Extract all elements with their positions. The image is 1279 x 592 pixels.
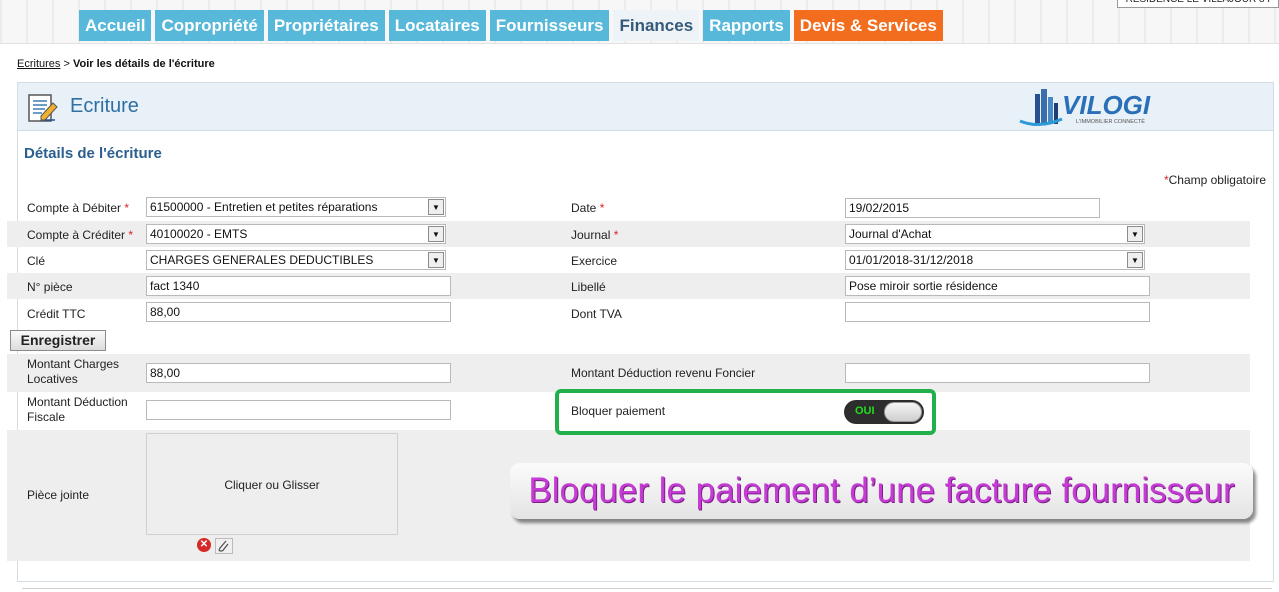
form-row-save: Enregistrer (7, 328, 1250, 354)
journal-select[interactable]: Journal d'Achat ▼ (845, 224, 1145, 244)
date-label: Date * (571, 201, 605, 215)
bloquer-paiement-highlight: Bloquer paiement OUI (555, 389, 936, 435)
compte-debiter-label: Compte à Débiter * (27, 201, 130, 215)
credit-ttc-field[interactable]: 88,00 (146, 302, 451, 322)
delete-icon[interactable]: ✕ (197, 538, 211, 552)
charges-locatives-field[interactable]: 88,00 (146, 363, 451, 383)
paperclip-icon[interactable] (215, 538, 233, 554)
breadcrumb-link-ecritures[interactable]: Ecritures (17, 58, 60, 70)
libelle-field[interactable]: Pose miroir sortie résidence (845, 276, 1150, 296)
section-title: Détails de l'écriture (24, 145, 162, 162)
save-button[interactable]: Enregistrer (10, 330, 106, 351)
dont-tva-label: Dont TVA (571, 307, 622, 321)
n-piece-label: N° pièce (27, 280, 73, 294)
vilogi-logo: VILOGI L'IMMOBILIER CONNECTÉ (1019, 89, 1151, 126)
attachment-actions: ✕ (197, 538, 233, 554)
compte-debiter-select[interactable]: 61500000 - Entretien et petites réparati… (146, 197, 446, 217)
compte-crediter-label: Compte à Créditer * (27, 228, 134, 242)
deduction-fiscale-field[interactable] (146, 400, 451, 420)
divider (22, 588, 1272, 589)
toggle-knob (884, 402, 922, 422)
piece-jointe-label: Pièce jointe (27, 488, 90, 502)
attachment-dropzone[interactable]: Cliquer ou Glisser (146, 433, 398, 535)
form-row-3: Clé CHARGES GENERALES DEDUCTIBLES ▼ Exerc… (7, 247, 1250, 273)
residence-selector[interactable]: RESIDENCE LE VILLAJOUR 8 P (1116, 0, 1279, 8)
dropzone-text: Cliquer ou Glisser (224, 478, 320, 492)
form-row-4: N° pièce fact 1340 Libellé Pose miroir s… (7, 273, 1250, 299)
dont-tva-field[interactable] (845, 302, 1150, 322)
chevron-down-icon: ▼ (428, 252, 444, 268)
edit-document-icon (28, 94, 58, 122)
svg-text:L'IMMOBILIER CONNECTÉ: L'IMMOBILIER CONNECTÉ (1076, 118, 1145, 125)
tab-accueil[interactable]: Accueil (79, 10, 152, 41)
deduction-foncier-label: Montant Déduction revenu Foncier (571, 366, 756, 380)
deduction-fiscale-label: Montant Déduction Fiscale (27, 395, 128, 424)
chevron-down-icon: ▼ (1127, 226, 1143, 242)
panel-title: Ecriture (70, 95, 139, 117)
form-row-7: Montant Charges Locatives 88,00 Montant D… (7, 354, 1250, 392)
tab-rapports[interactable]: Rapports (703, 10, 790, 41)
exercice-select[interactable]: 01/01/2018-31/12/2018 ▼ (845, 250, 1145, 270)
chevron-down-icon: ▼ (1127, 252, 1143, 268)
bloquer-paiement-toggle[interactable]: OUI (844, 400, 924, 424)
bloquer-paiement-label: Bloquer paiement (571, 404, 666, 418)
annotation-banner: Bloquer le paiement d’une facture fourni… (510, 463, 1253, 519)
breadcrumb-separator: > (60, 58, 73, 70)
libelle-label: Libellé (571, 280, 606, 294)
date-field[interactable]: 19/02/2015 (845, 198, 1100, 218)
top-navigation-bar: RESIDENCE LE VILLAJOUR 8 P Accueil Copro… (0, 0, 1279, 44)
deduction-foncier-field[interactable] (845, 363, 1150, 383)
form-row-1: Compte à Débiter * 61500000 - Entretien … (7, 195, 1250, 221)
tab-locataires[interactable]: Locataires (388, 10, 486, 41)
charges-locatives-label: Montant Charges Locatives (27, 357, 120, 386)
chevron-down-icon: ▼ (428, 226, 444, 242)
form-row-2: Compte à Créditer * 40100020 - EMTS ▼ Jou… (7, 221, 1250, 247)
credit-ttc-label: Crédit TTC (27, 307, 86, 321)
tab-devis-services[interactable]: Devis & Services (793, 10, 943, 41)
main-tabs: Accueil Copropriété Propriétaires Locata… (79, 10, 947, 41)
exercice-label: Exercice (571, 254, 618, 268)
cle-label: Clé (27, 254, 46, 268)
breadcrumb: Ecritures > Voir les détails de l'écritu… (17, 58, 215, 70)
n-piece-field[interactable]: fact 1340 (146, 276, 451, 296)
breadcrumb-current: Voir les détails de l'écriture (72, 58, 215, 70)
tab-copropriete[interactable]: Copropriété (155, 10, 264, 41)
journal-label: Journal * (571, 228, 619, 242)
svg-text:VILOGI: VILOGI (1062, 90, 1151, 120)
tab-fournisseurs[interactable]: Fournisseurs (489, 10, 610, 41)
tab-proprietaires[interactable]: Propriétaires (267, 10, 385, 41)
tab-finances[interactable]: Finances (613, 10, 700, 41)
toggle-state-text: OUI (855, 405, 875, 417)
cle-select[interactable]: CHARGES GENERALES DEDUCTIBLES ▼ (146, 250, 446, 270)
required-note: *Champ obligatoire (1163, 173, 1266, 187)
chevron-down-icon: ▼ (428, 199, 444, 215)
panel-header: Ecriture VILOGI L'IMMOBILIER CONNECTÉ (18, 83, 1273, 131)
compte-crediter-select[interactable]: 40100020 - EMTS ▼ (146, 224, 446, 244)
form-row-5: Crédit TTC 88,00 Dont TVA (7, 299, 1250, 327)
